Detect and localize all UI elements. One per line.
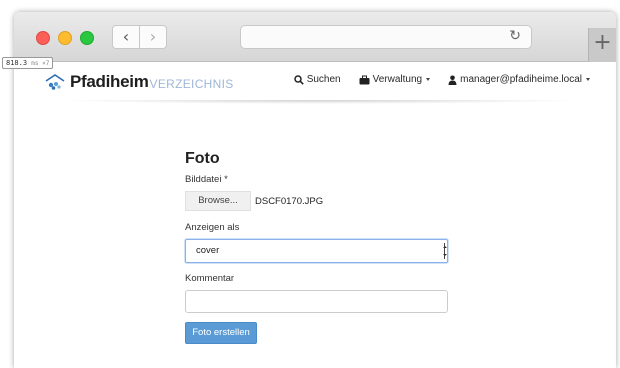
comment-input[interactable] [185,290,448,313]
chevron-left-icon: ‹ [122,27,130,46]
caret-down-icon [426,78,431,81]
display-select-value: cover [196,245,220,256]
zoom-window-button[interactable] [80,31,94,45]
chevron-right-icon: › [149,27,157,46]
new-tab-button[interactable]: + [588,28,616,62]
file-name: DSCF0170.JPG [255,195,324,207]
nav-admin-dropdown[interactable]: Verwaltung [359,74,431,85]
nav-admin-label: Verwaltung [372,74,423,85]
house-logo-icon [45,74,65,90]
file-input: Browse... DSCF0170.JPG [185,191,450,211]
navbar-shadow [55,100,585,104]
perf-counter: 818.3 ms ×7 [2,57,54,69]
select-arrows-icon [443,243,447,259]
browser-titlebar: ‹ › ↻ [14,12,616,62]
nav-user-label: manager@pfadiheime.local [460,74,582,85]
close-window-button[interactable] [36,31,50,45]
brand-name: Pfadiheim [70,72,149,91]
plus-icon: + [593,30,612,55]
display-label: Anzeigen als [185,222,240,233]
briefcase-icon [359,75,370,84]
forward-button[interactable]: › [139,25,167,49]
app-navbar: Pfadiheim VERZEICHNIS Suchen Verwaltung … [30,63,590,99]
reload-icon[interactable]: ↻ [509,28,521,44]
minimize-window-button[interactable] [58,31,72,45]
nav-links: Suchen Verwaltung manager@pfadiheime.loc… [276,74,590,85]
address-bar[interactable]: ↻ [240,25,532,49]
perf-value: 818.3 [6,59,28,67]
comment-label: Kommentar [185,273,235,284]
caret-down-icon [586,78,590,81]
user-icon [448,75,457,85]
nav-search-link[interactable]: Suchen [293,74,341,85]
search-icon [293,74,304,85]
photo-form: Foto Bilddatei * Browse... DSCF0170.JPG … [185,150,450,344]
nav-user-dropdown[interactable]: manager@pfadiheime.local [448,74,590,85]
back-button[interactable]: ‹ [112,25,140,49]
submit-button[interactable]: Foto erstellen [185,322,257,344]
nav-search-label: Suchen [306,74,341,85]
brand-logo[interactable]: Pfadiheim VERZEICHNIS [44,71,234,93]
file-label: Bilddatei * [185,174,228,185]
perf-unit: ms ×7 [31,60,50,67]
browse-button[interactable]: Browse... [185,191,251,211]
display-select[interactable]: cover [185,239,448,263]
brand-subtitle: VERZEICHNIS [149,76,234,91]
form-title: Foto [185,150,220,167]
